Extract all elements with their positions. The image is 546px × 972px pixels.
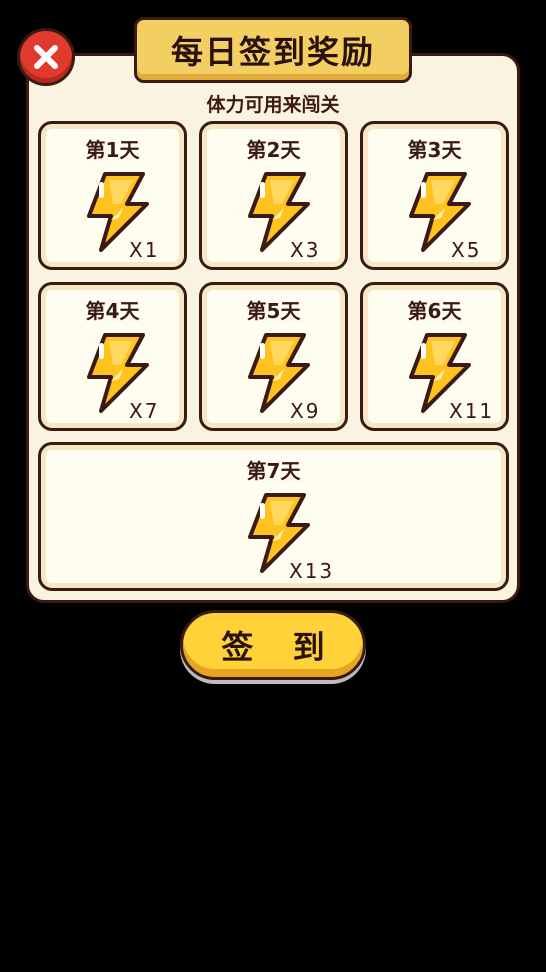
reward-quantity: X9 — [290, 399, 321, 423]
reward-card-day-7[interactable]: 第7天 X13 — [38, 442, 509, 591]
reward-card-day-3[interactable]: 第3天 X5 — [360, 121, 509, 270]
close-icon — [34, 45, 58, 69]
dialog-title-banner: 每日签到奖励 — [134, 17, 412, 83]
reward-day-label: 第1天 — [85, 138, 140, 162]
reward-quantity: X13 — [289, 559, 335, 583]
reward-day-label: 第3天 — [407, 138, 462, 162]
reward-card-day-1[interactable]: 第1天 X1 — [38, 121, 187, 270]
reward-day-label: 第7天 — [246, 459, 301, 483]
sign-in-button-label: 签 到 — [221, 628, 339, 666]
reward-card-day-4[interactable]: 第4天 X7 — [38, 282, 187, 431]
reward-day-label: 第6天 — [407, 299, 462, 323]
reward-day-label: 第4天 — [85, 299, 140, 323]
dialog-title: 每日签到奖励 — [170, 33, 375, 71]
reward-quantity: X3 — [290, 238, 321, 262]
reward-quantity: X11 — [449, 399, 495, 423]
reward-quantity: X5 — [451, 238, 482, 262]
sign-in-button[interactable]: 签 到 — [180, 610, 366, 680]
dialog-subtitle: 体力可用来闯关 — [206, 94, 340, 116]
reward-card-day-2[interactable]: 第2天 X3 — [199, 121, 348, 270]
reward-quantity: X1 — [129, 238, 160, 262]
reward-quantity: X7 — [129, 399, 160, 423]
reward-card-day-5[interactable]: 第5天 X9 — [199, 282, 348, 431]
reward-card-day-6[interactable]: 第6天 X11 — [360, 282, 509, 431]
reward-day-label: 第2天 — [246, 138, 301, 162]
reward-day-label: 第5天 — [246, 299, 301, 323]
close-button[interactable] — [17, 28, 75, 86]
